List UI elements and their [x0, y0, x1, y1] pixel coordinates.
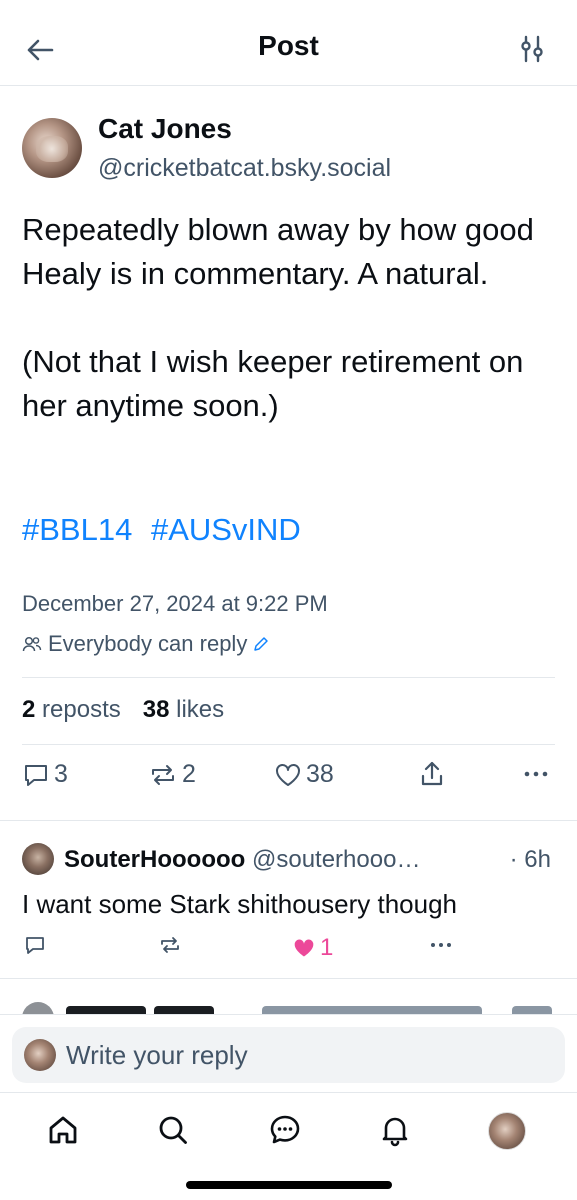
reply-button[interactable]	[24, 934, 46, 956]
author-avatar[interactable]	[22, 118, 82, 178]
likes-stat[interactable]: 38 likes	[143, 696, 224, 723]
my-avatar	[24, 1039, 56, 1071]
reply-header[interactable]: SouterHoooooo @souterhooo…	[64, 846, 554, 874]
reply-actions: 1	[0, 934, 577, 964]
chat-icon[interactable]	[268, 1113, 304, 1149]
post-actions: 3 2 38	[0, 760, 577, 800]
reposts-stat[interactable]: 2 reposts	[22, 696, 121, 723]
filter-icon[interactable]	[517, 34, 547, 64]
heart-icon	[294, 939, 314, 957]
page-title: Post	[258, 30, 319, 61]
reply-author-name[interactable]: SouterHoooooo	[64, 846, 245, 873]
reply-text: I want some Stark shithousery though	[22, 889, 458, 919]
reply-button[interactable]: 3	[22, 760, 68, 789]
reply-icon	[26, 937, 44, 954]
edit-pencil-icon[interactable]	[253, 636, 269, 652]
reply-timestamp: · 6h	[509, 846, 551, 873]
next-reply-peek	[22, 1000, 562, 1014]
more-icon[interactable]	[428, 934, 454, 956]
reply-setting-label: Everybody can reply	[48, 631, 248, 656]
post-timestamp: December 27, 2024 at 9:22 PM	[22, 591, 328, 616]
reply-icon	[25, 764, 47, 786]
hashtag-link[interactable]: #AUSvIND	[151, 512, 301, 547]
divider	[22, 677, 555, 678]
post-text: Repeatedly blown away by how good Healy …	[22, 212, 534, 423]
search-icon[interactable]	[156, 1113, 192, 1149]
share-icon[interactable]	[418, 760, 446, 788]
home-icon[interactable]	[46, 1113, 82, 1149]
reply-setting[interactable]: Everybody can reply	[22, 631, 269, 657]
divider	[22, 744, 555, 745]
people-icon	[22, 635, 42, 653]
bell-icon[interactable]	[378, 1113, 414, 1149]
like-button[interactable]: 38	[274, 760, 334, 789]
repost-icon	[161, 937, 179, 953]
repost-button[interactable]: 2	[148, 760, 196, 789]
reply-avatar[interactable]	[22, 843, 54, 875]
repost-icon	[152, 764, 174, 785]
reply-placeholder: Write your reply	[66, 1040, 248, 1070]
post-stats: 2 reposts 38 likes	[22, 696, 224, 724]
profile-avatar-tab[interactable]	[488, 1112, 526, 1150]
like-button[interactable]: 1	[292, 934, 333, 962]
repost-button[interactable]	[158, 934, 182, 956]
home-indicator	[186, 1181, 392, 1189]
reply-composer[interactable]: Write your reply	[12, 1027, 565, 1083]
heart-icon	[276, 763, 300, 786]
hashtags: #BBL14 #AUSvIND	[22, 512, 311, 548]
top-bar: Post	[0, 0, 577, 86]
hashtag-link[interactable]: #BBL14	[22, 512, 132, 547]
author-name[interactable]: Cat Jones	[98, 113, 232, 145]
divider	[0, 820, 577, 821]
author-handle[interactable]: @cricketbatcat.bsky.social	[98, 154, 391, 183]
reply-composer-bar: Write your reply	[0, 1014, 577, 1092]
more-icon[interactable]	[522, 760, 550, 788]
reply-author-handle[interactable]: @souterhooo…	[252, 846, 420, 873]
divider	[0, 978, 577, 979]
